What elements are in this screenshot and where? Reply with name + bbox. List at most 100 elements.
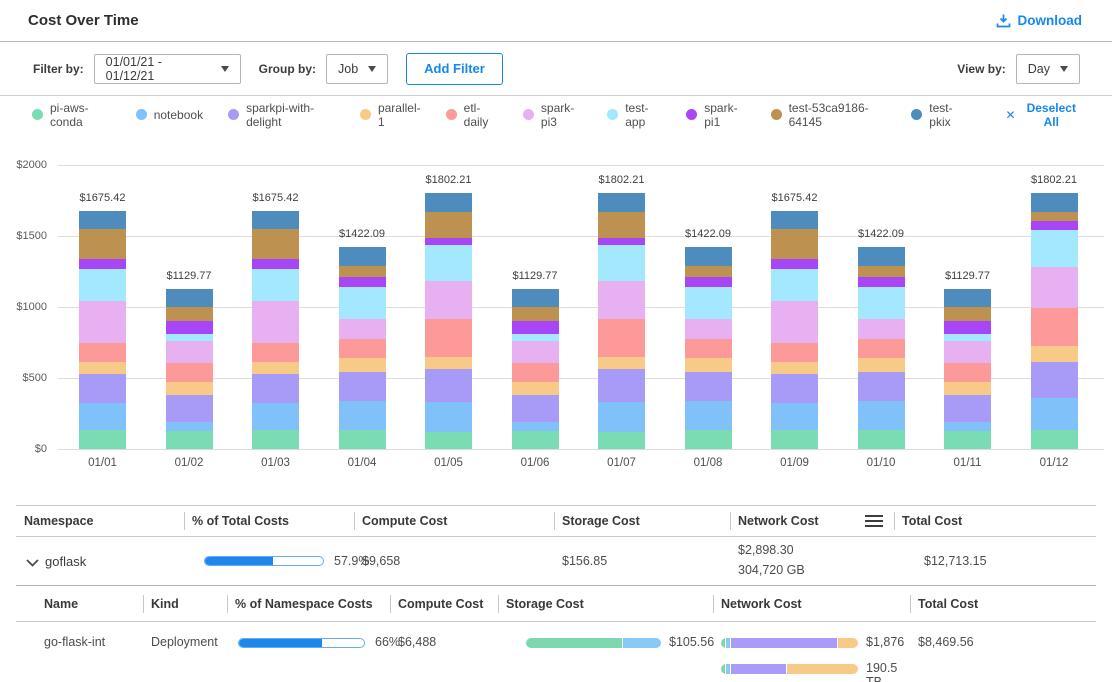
chart-bar-01-10[interactable] xyxy=(858,247,905,449)
bar-segment-etl-daily[interactable] xyxy=(166,363,213,383)
bar-segment-parallel-1[interactable] xyxy=(79,362,126,375)
bar-segment-spark-pi1[interactable] xyxy=(685,277,732,287)
bar-segment-parallel-1[interactable] xyxy=(771,362,818,375)
bar-segment-spark-pi3[interactable] xyxy=(858,319,905,339)
bar-segment-spark-pi3[interactable] xyxy=(598,281,645,319)
bar-segment-notebook[interactable] xyxy=(166,422,213,431)
bar-segment-pi-aws-conda[interactable] xyxy=(598,432,645,449)
bar-segment-test-53ca9186-64145[interactable] xyxy=(771,229,818,258)
bar-segment-parallel-1[interactable] xyxy=(512,382,559,395)
bar-segment-notebook[interactable] xyxy=(598,402,645,432)
bar-segment-notebook[interactable] xyxy=(79,403,126,430)
bar-segment-sparkpi-with-delight[interactable] xyxy=(944,395,991,422)
bar-segment-spark-pi1[interactable] xyxy=(339,277,386,287)
legend-item-test-pkix[interactable]: test-pkix xyxy=(911,101,966,129)
bar-segment-etl-daily[interactable] xyxy=(1031,308,1078,346)
bar-segment-sparkpi-with-delight[interactable] xyxy=(598,369,645,402)
bar-segment-test-pkix[interactable] xyxy=(685,247,732,266)
bar-segment-parallel-1[interactable] xyxy=(598,357,645,369)
bar-segment-test-pkix[interactable] xyxy=(1031,193,1078,212)
bar-segment-etl-daily[interactable] xyxy=(771,343,818,362)
legend-item-spark-pi3[interactable]: spark-pi3 xyxy=(523,101,582,129)
bar-segment-sparkpi-with-delight[interactable] xyxy=(79,374,126,402)
bar-segment-spark-pi3[interactable] xyxy=(512,341,559,363)
bar-segment-spark-pi1[interactable] xyxy=(252,259,299,269)
bar-segment-test-app[interactable] xyxy=(858,287,905,319)
bar-segment-test-53ca9186-64145[interactable] xyxy=(598,212,645,238)
chart-bar-01-09[interactable] xyxy=(771,211,818,449)
bar-segment-parallel-1[interactable] xyxy=(425,357,472,369)
deselect-all-button[interactable]: ✕Deselect All xyxy=(1005,101,1080,129)
bar-segment-spark-pi3[interactable] xyxy=(771,301,818,342)
bar-segment-test-pkix[interactable] xyxy=(771,211,818,229)
bar-segment-test-pkix[interactable] xyxy=(339,247,386,266)
download-button[interactable]: Download xyxy=(996,13,1083,28)
bar-segment-test-53ca9186-64145[interactable] xyxy=(339,266,386,278)
bar-segment-test-pkix[interactable] xyxy=(166,289,213,307)
chart-bar-01-08[interactable] xyxy=(685,247,732,449)
bar-segment-test-app[interactable] xyxy=(1031,230,1078,267)
bar-segment-test-53ca9186-64145[interactable] xyxy=(512,307,559,321)
bar-segment-test-pkix[interactable] xyxy=(598,193,645,212)
bar-segment-parallel-1[interactable] xyxy=(1031,346,1078,361)
group-by-dropdown[interactable]: Job xyxy=(326,54,388,84)
bar-segment-sparkpi-with-delight[interactable] xyxy=(1031,362,1078,399)
chart-bar-01-02[interactable] xyxy=(166,289,213,449)
bar-segment-test-53ca9186-64145[interactable] xyxy=(79,229,126,258)
bar-segment-spark-pi1[interactable] xyxy=(1031,221,1078,231)
chart-bar-01-07[interactable] xyxy=(598,193,645,449)
bar-segment-pi-aws-conda[interactable] xyxy=(252,430,299,449)
bar-segment-spark-pi3[interactable] xyxy=(685,319,732,339)
bar-segment-test-53ca9186-64145[interactable] xyxy=(166,307,213,321)
bar-segment-etl-daily[interactable] xyxy=(944,363,991,383)
bar-segment-etl-daily[interactable] xyxy=(79,343,126,362)
bar-segment-test-53ca9186-64145[interactable] xyxy=(425,212,472,238)
bar-segment-notebook[interactable] xyxy=(339,401,386,430)
bar-segment-test-app[interactable] xyxy=(512,334,559,341)
column-menu-icon[interactable] xyxy=(864,514,884,528)
bar-segment-sparkpi-with-delight[interactable] xyxy=(858,372,905,402)
bar-segment-spark-pi3[interactable] xyxy=(1031,267,1078,308)
bar-segment-pi-aws-conda[interactable] xyxy=(858,430,905,449)
bar-segment-sparkpi-with-delight[interactable] xyxy=(685,372,732,402)
legend-item-etl-daily[interactable]: etl-daily xyxy=(446,101,498,129)
bar-segment-spark-pi1[interactable] xyxy=(598,238,645,245)
bar-segment-spark-pi1[interactable] xyxy=(944,321,991,334)
bar-segment-etl-daily[interactable] xyxy=(685,339,732,359)
chart-bar-01-03[interactable] xyxy=(252,211,299,449)
chart-bar-01-01[interactable] xyxy=(79,211,126,449)
bar-segment-test-app[interactable] xyxy=(944,334,991,341)
legend-item-test-app[interactable]: test-app xyxy=(607,101,661,129)
bar-segment-test-pkix[interactable] xyxy=(79,211,126,229)
chart-bar-01-05[interactable] xyxy=(425,193,472,449)
bar-segment-parallel-1[interactable] xyxy=(166,382,213,395)
chart-bar-01-12[interactable] xyxy=(1031,193,1078,449)
bar-segment-etl-daily[interactable] xyxy=(339,339,386,359)
bar-segment-pi-aws-conda[interactable] xyxy=(79,430,126,449)
bar-segment-parallel-1[interactable] xyxy=(944,382,991,395)
bar-segment-sparkpi-with-delight[interactable] xyxy=(425,369,472,402)
legend-item-sparkpi-with-delight[interactable]: sparkpi-with-delight xyxy=(228,101,335,129)
bar-segment-test-53ca9186-64145[interactable] xyxy=(944,307,991,321)
bar-segment-test-53ca9186-64145[interactable] xyxy=(252,229,299,258)
bar-segment-sparkpi-with-delight[interactable] xyxy=(166,395,213,422)
chart-bar-01-04[interactable] xyxy=(339,247,386,449)
bar-segment-test-53ca9186-64145[interactable] xyxy=(858,266,905,278)
bar-segment-etl-daily[interactable] xyxy=(425,319,472,357)
expand-chevron-icon[interactable] xyxy=(22,553,45,570)
bar-segment-test-app[interactable] xyxy=(685,287,732,319)
bar-segment-parallel-1[interactable] xyxy=(252,362,299,375)
bar-segment-test-app[interactable] xyxy=(252,269,299,302)
bar-segment-notebook[interactable] xyxy=(425,402,472,432)
bar-segment-pi-aws-conda[interactable] xyxy=(1031,430,1078,449)
bar-segment-pi-aws-conda[interactable] xyxy=(685,430,732,449)
bar-segment-etl-daily[interactable] xyxy=(598,319,645,357)
bar-segment-notebook[interactable] xyxy=(252,403,299,430)
bar-segment-notebook[interactable] xyxy=(944,422,991,431)
bar-segment-pi-aws-conda[interactable] xyxy=(512,431,559,449)
bar-segment-spark-pi3[interactable] xyxy=(425,281,472,319)
bar-segment-notebook[interactable] xyxy=(512,422,559,431)
bar-segment-etl-daily[interactable] xyxy=(858,339,905,359)
legend-item-parallel-1[interactable]: parallel-1 xyxy=(360,101,421,129)
bar-segment-spark-pi3[interactable] xyxy=(944,341,991,363)
